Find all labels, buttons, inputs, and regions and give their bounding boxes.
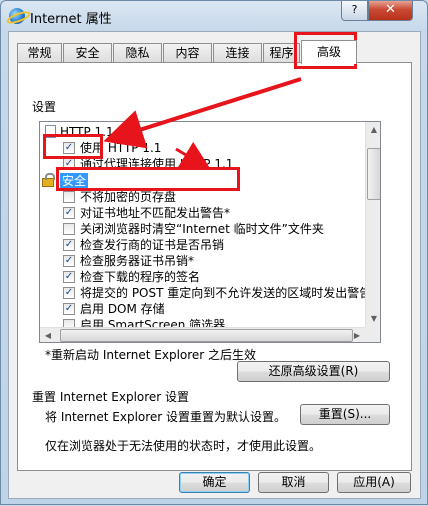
internet-options-window: Internet 属性 ? ✕ 常规 安全 隐私 内容 连接 程序 高级 设置 … <box>0 0 428 505</box>
annotation-arrows <box>103 77 302 171</box>
annotation-arrow-to-cert-warning <box>175 141 212 171</box>
tab-advanced[interactable]: 高级 <box>301 40 357 64</box>
annotation-arrow-to-security <box>103 77 302 149</box>
